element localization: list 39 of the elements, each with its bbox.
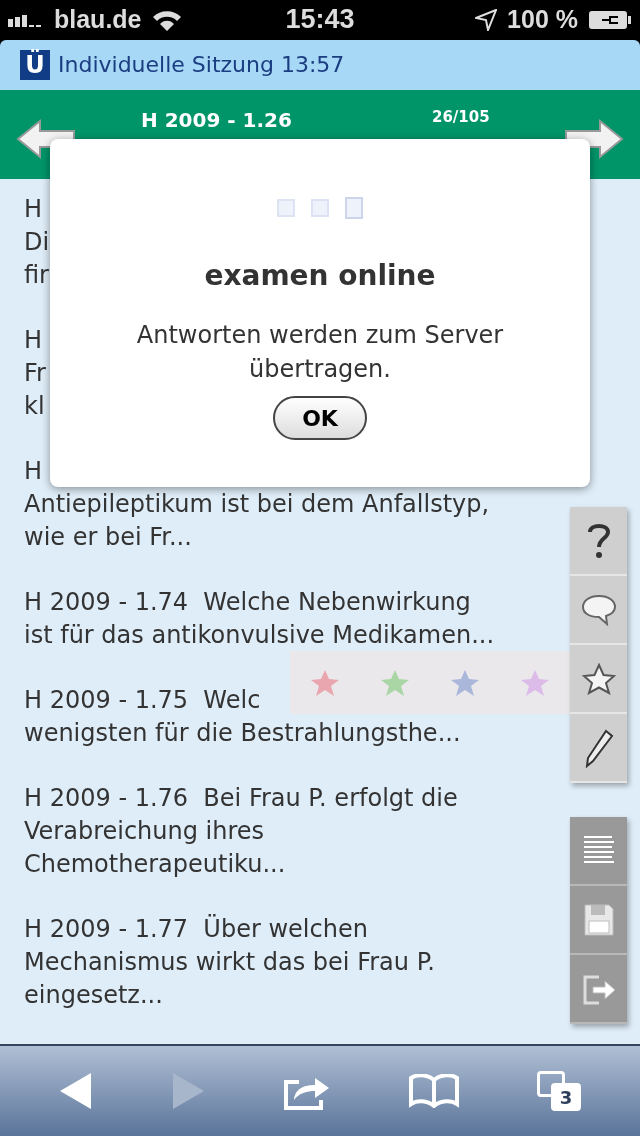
pencil-icon	[583, 727, 614, 768]
question-mark-icon	[585, 521, 612, 560]
star-icon[interactable]	[310, 668, 340, 697]
signal-icon	[8, 12, 44, 27]
question-number: H 2009 - 1.26	[141, 107, 292, 132]
list-action-button[interactable]	[570, 817, 627, 887]
carrier-name: blau.de	[54, 5, 142, 35]
battery-percent: 100 %	[507, 5, 578, 35]
tabs-button[interactable]: 3	[537, 1071, 581, 1112]
dialog-message: Antworten werden zum Server übertragen.	[135, 320, 505, 386]
star-tool-button[interactable]	[570, 645, 627, 715]
question-link[interactable]: H Di fir	[24, 193, 50, 293]
comment-tool-button[interactable]	[570, 576, 627, 646]
star-icon[interactable]	[380, 668, 410, 697]
clock-time: 15:43	[285, 4, 355, 36]
session-title: Individuelle Sitzung 13:57	[58, 52, 345, 78]
question-link[interactable]: H 2009 - 1.74 Welche Nebenwirkung ist für das antikonvulsive Medikamen...	[24, 586, 495, 653]
dialog-title: examen online	[204, 259, 436, 293]
ok-button[interactable]: OK	[273, 396, 367, 441]
question-link[interactable]: H 2009 - 1.76 Bei Frau P. erfolgt die Verabreichung ihres Chemotherapeutiku...	[24, 782, 458, 882]
question-counter: 26/105	[432, 107, 490, 126]
bookmarks-book-icon[interactable]	[409, 1074, 459, 1109]
question-link[interactable]: H 2009 - 1.75 Welc wenigsten für die Bestrahlungsthe...	[24, 684, 461, 751]
battery-charging-icon	[588, 9, 632, 30]
location-arrow-icon	[475, 8, 498, 31]
wifi-icon	[151, 8, 182, 31]
save-action-button[interactable]	[570, 886, 627, 956]
speech-bubble-icon	[580, 593, 617, 626]
star-outline-icon	[581, 662, 616, 695]
app-logo: Ü	[20, 49, 50, 80]
loading-indicator-icon	[277, 197, 363, 220]
help-tool-button[interactable]	[570, 507, 627, 577]
back-icon[interactable]	[59, 1072, 93, 1111]
exit-action-button[interactable]	[570, 955, 627, 1025]
question-link[interactable]: H 2009 - 1.77 Über welchen Mechanismus wirkt das bei Frau P. eingesetz...	[24, 913, 435, 1013]
star-icon[interactable]	[520, 668, 550, 697]
star-icon[interactable]	[450, 668, 480, 697]
pencil-tool-button[interactable]	[570, 714, 627, 784]
question-link[interactable]: H Fr kl	[24, 324, 46, 424]
